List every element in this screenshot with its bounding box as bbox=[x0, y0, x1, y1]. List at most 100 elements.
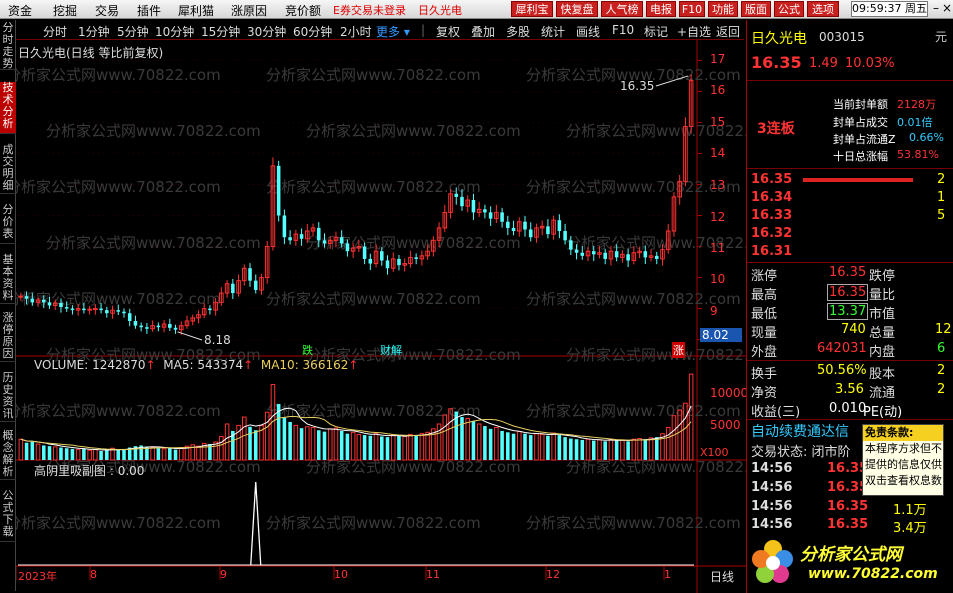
volume-bar bbox=[631, 438, 637, 461]
candle-body bbox=[248, 268, 252, 281]
period-5min[interactable]: 5分钟 bbox=[117, 23, 149, 40]
menu-item-auction[interactable]: 竞价额 bbox=[285, 2, 321, 19]
toolbar-button-telegraph[interactable]: 电报 bbox=[646, 1, 676, 17]
chart-svg: 分析家公式网www.70822.com 分析家公式网www.70822.com 分析… bbox=[16, 40, 746, 593]
candle-body bbox=[574, 249, 579, 253]
volume-bar bbox=[105, 450, 109, 460]
volume-bar bbox=[42, 445, 46, 460]
period-more-label: 更多 bbox=[376, 25, 401, 39]
period-label[interactable]: 日线 bbox=[710, 568, 734, 585]
tab-basic-info[interactable]: 基本资料 bbox=[0, 254, 16, 304]
toolbar-button-popularity[interactable]: 人气榜 bbox=[601, 1, 643, 17]
candle-body bbox=[523, 221, 527, 230]
ma5-value: 543374 bbox=[197, 358, 244, 372]
stat-label: 最低 bbox=[751, 307, 778, 322]
marker-financial-unlock[interactable]: 财解 bbox=[380, 342, 402, 358]
candle-body bbox=[47, 302, 52, 306]
ma10-value: 366162 bbox=[302, 358, 349, 372]
tool-back[interactable]: 返回 bbox=[716, 23, 740, 40]
disclaimer-line: 提供的信息仅供 bbox=[865, 458, 942, 471]
marker-fall[interactable]: 跌 bbox=[302, 342, 313, 358]
tool-statistics[interactable]: 统计 bbox=[541, 23, 565, 40]
period-2hour[interactable]: 2小时 bbox=[340, 23, 372, 40]
volume-bar bbox=[471, 421, 476, 460]
volume-bar bbox=[603, 441, 607, 460]
candle-body bbox=[24, 296, 29, 299]
toolbar-button-f10[interactable]: F10 bbox=[679, 1, 705, 17]
tool-add-watchlist[interactable]: +自选 bbox=[677, 23, 711, 40]
period-intraday[interactable]: 分时 bbox=[43, 23, 67, 40]
toolbar-button-xilibao[interactable]: 犀利宝 bbox=[511, 1, 553, 17]
tab-limit-reason[interactable]: 涨停原因 bbox=[0, 312, 16, 362]
volume-bar bbox=[546, 435, 550, 460]
menu-item-trade[interactable]: 交易 bbox=[95, 2, 119, 19]
tab-intraday[interactable]: 分时走势 bbox=[0, 22, 16, 70]
tool-draw-line[interactable]: 画线 bbox=[576, 23, 600, 40]
period-30min[interactable]: 30分钟 bbox=[247, 23, 286, 40]
watermark-text: 分析家公式网www.70822.com bbox=[526, 514, 741, 532]
period-1min[interactable]: 1分钟 bbox=[78, 23, 110, 40]
stat-value: 13.37 bbox=[827, 303, 869, 320]
toolbar-button-formula[interactable]: 公式 bbox=[774, 1, 804, 17]
volume-bar bbox=[402, 435, 407, 461]
expand-icon[interactable]: 元 bbox=[935, 28, 947, 45]
candle-body bbox=[145, 327, 149, 329]
tab-formula-download[interactable]: 公式下载 bbox=[0, 490, 16, 542]
marker-rise[interactable]: 涨 bbox=[672, 342, 685, 358]
tab-technical-analysis[interactable]: 技术分析 bbox=[0, 82, 16, 134]
period-more[interactable]: 更多 ▾ bbox=[376, 23, 410, 40]
volume-bar bbox=[671, 415, 677, 461]
toolbar-button-layout[interactable]: 版面 bbox=[741, 1, 771, 17]
month-label: 8 bbox=[90, 568, 97, 581]
volume-bar bbox=[574, 439, 579, 460]
renew-banner[interactable]: 自动续费通达信 bbox=[751, 421, 849, 441]
tab-concept[interactable]: 概念解析 bbox=[0, 430, 16, 480]
period-10min[interactable]: 10分钟 bbox=[155, 23, 194, 40]
tool-multi-stock[interactable]: 多股 bbox=[506, 23, 530, 40]
period-60min[interactable]: 60分钟 bbox=[293, 23, 332, 40]
tab-history-news[interactable]: 历史资讯 bbox=[0, 372, 16, 422]
last-price-tag: 8.02 bbox=[700, 328, 742, 342]
menu-item-rise-reason[interactable]: 涨原因 bbox=[231, 2, 267, 19]
menu-item-xilimao[interactable]: 犀利猫 bbox=[178, 2, 214, 19]
stat-value: 6 bbox=[937, 341, 946, 356]
candle-body bbox=[276, 165, 281, 216]
tab-trade-details[interactable]: 成交明细 bbox=[0, 144, 16, 194]
volume-bar bbox=[380, 436, 384, 460]
period-15min[interactable]: 15分钟 bbox=[201, 23, 240, 40]
signal-spike bbox=[250, 481, 262, 566]
bid-price: 16.32 bbox=[751, 226, 793, 241]
volume-bar bbox=[350, 431, 356, 461]
chart-area[interactable]: 分析家公式网www.70822.com 分析家公式网www.70822.com 分析… bbox=[16, 40, 748, 593]
tool-mark[interactable]: 标记 bbox=[644, 23, 668, 40]
candle-body bbox=[654, 255, 659, 259]
price-axis-tick: 15 bbox=[710, 115, 726, 129]
candle-body bbox=[488, 212, 493, 219]
tool-f10[interactable]: F10 bbox=[612, 23, 634, 37]
bid-price: 16.34 bbox=[751, 190, 793, 205]
volume-bar bbox=[293, 424, 299, 461]
toolbar-button-functions[interactable]: 功能 bbox=[708, 1, 738, 17]
volume-bar bbox=[322, 431, 327, 460]
close-icon[interactable]: × bbox=[941, 1, 953, 17]
price-change-pct: 10.03% bbox=[845, 56, 895, 71]
volume-bar bbox=[476, 423, 482, 461]
volume-bar bbox=[643, 439, 648, 460]
watermark-text: 分析家公式网www.70822.com bbox=[266, 290, 481, 308]
volume-bar bbox=[465, 417, 470, 461]
watermark-text: 分析家公式网www.70822.com bbox=[266, 66, 481, 84]
stat-label: 换手 bbox=[751, 367, 778, 382]
tab-price-table[interactable]: 分价表 bbox=[0, 204, 16, 244]
tool-adjust[interactable]: 复权 bbox=[436, 23, 460, 40]
menu-item-plugins[interactable]: 插件 bbox=[137, 2, 161, 19]
price-axis-tick: 14 bbox=[710, 146, 726, 160]
toolbar-button-review[interactable]: 快复盘 bbox=[556, 1, 598, 17]
price-axis-tick: 9 bbox=[710, 304, 718, 318]
toolbar-button-options[interactable]: 选项 bbox=[807, 1, 839, 17]
menu-item-funds[interactable]: 资金 bbox=[8, 2, 32, 19]
menu-item-mining[interactable]: 挖掘 bbox=[53, 2, 77, 19]
tool-overlay[interactable]: 叠加 bbox=[471, 23, 495, 40]
login-status[interactable]: E券交易未登录 bbox=[333, 2, 406, 18]
watermark-text: 分析家公式网www.70822.com bbox=[266, 514, 481, 532]
disclaimer-tooltip[interactable]: 免责条款: 本程序方求但不 提供的信息仅供 双击查看权息数 bbox=[862, 424, 944, 496]
